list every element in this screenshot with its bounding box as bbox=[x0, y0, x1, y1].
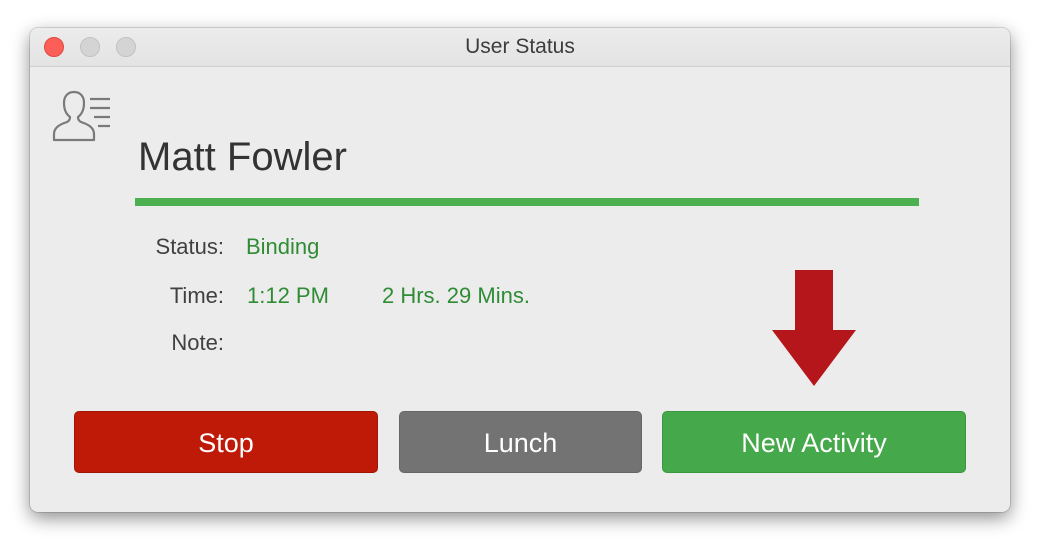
note-label: Note: bbox=[171, 330, 224, 355]
lunch-button[interactable]: Lunch bbox=[399, 411, 642, 473]
time-label: Time: bbox=[169, 283, 224, 308]
time-value: 1:12 PM bbox=[247, 283, 329, 308]
down-arrow-icon bbox=[772, 270, 856, 386]
stop-button[interactable]: Stop bbox=[74, 411, 378, 473]
user-list-icon bbox=[52, 90, 110, 142]
window-title: User Status bbox=[465, 35, 575, 58]
user-name: Matt Fowler bbox=[138, 135, 347, 179]
duration-value: 2 Hrs. 29 Mins. bbox=[382, 283, 530, 308]
status-color-rule bbox=[135, 198, 919, 206]
user-status-window: User Status Matt Fowler Status: Binding … bbox=[30, 28, 1010, 512]
status-value: Binding bbox=[246, 234, 320, 259]
status-label: Status: bbox=[155, 234, 224, 259]
title-bar[interactable]: User Status bbox=[30, 28, 1010, 67]
new-activity-button[interactable]: New Activity bbox=[662, 411, 966, 473]
